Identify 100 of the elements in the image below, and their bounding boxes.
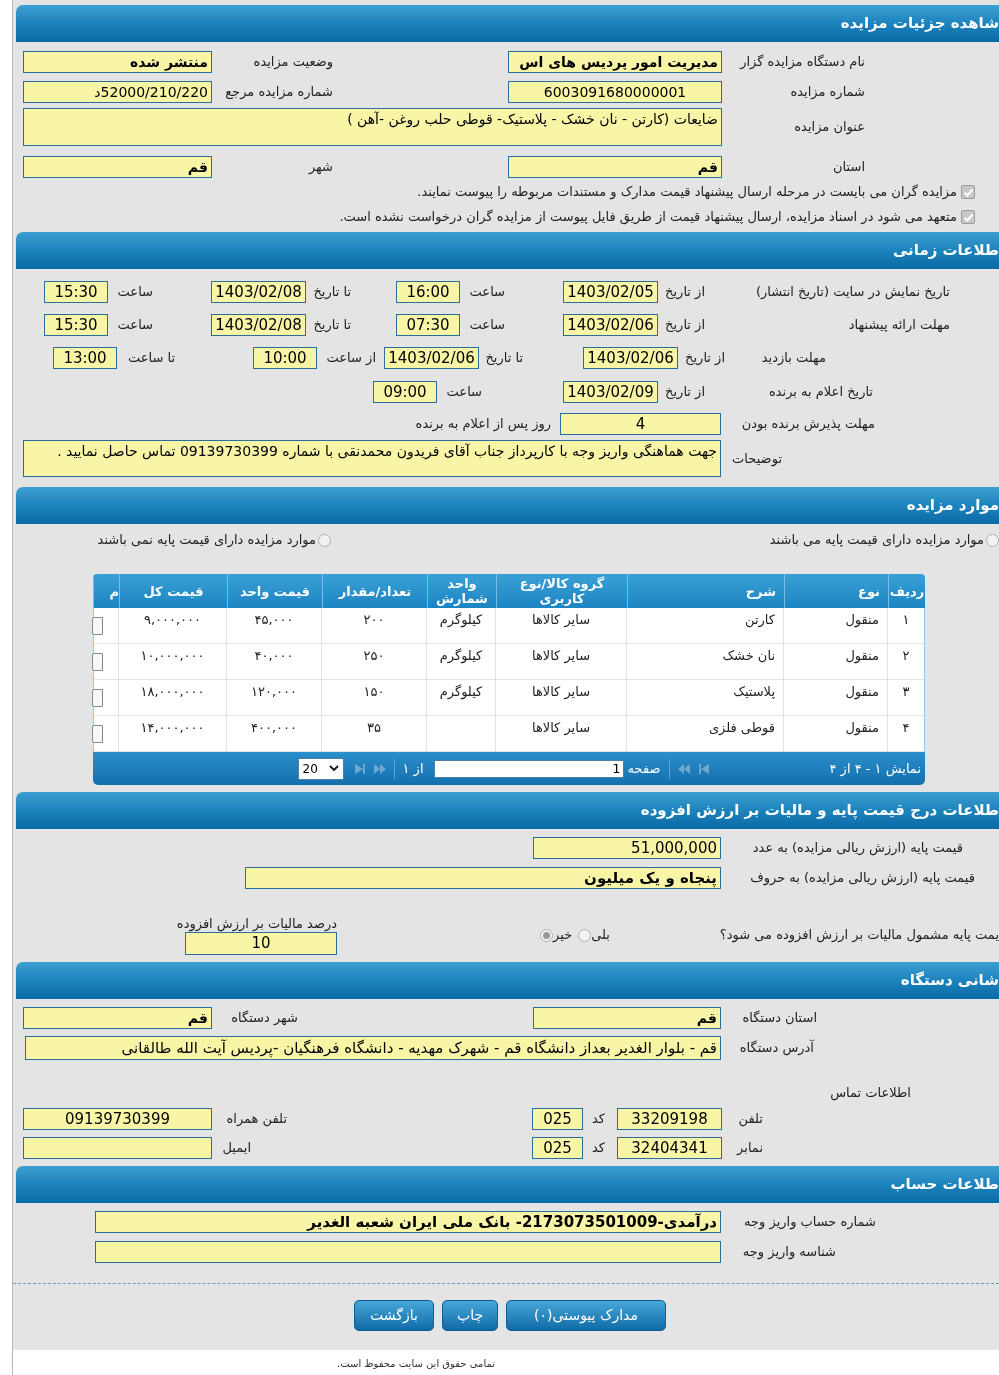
- action-button[interactable]: بازگشت: [354, 1300, 434, 1331]
- input-field[interactable]: 1403/02/09: [563, 381, 658, 403]
- input-field[interactable]: 6003091680000001: [508, 81, 722, 103]
- field-label: ساعت: [445, 383, 483, 402]
- field-label: شناسه واریز وجه: [741, 1243, 836, 1262]
- input-field[interactable]: منتشر شده: [23, 51, 212, 73]
- next-page-icon[interactable]: [677, 763, 690, 774]
- input-field[interactable]: جهت هماهنگی واریز وجه با کارپرداز جناب آقای فریدون محمدنقی با شماره 09139730399 تماس حاصل نمایید .: [23, 440, 721, 477]
- table-cell: ۲: [887, 644, 924, 680]
- footer-text: تمامی حقوق این سایت محفوظ است.: [337, 1357, 495, 1371]
- input-field[interactable]: 025: [532, 1137, 583, 1159]
- input-field[interactable]: 15:30: [44, 281, 108, 303]
- input-field[interactable]: 025: [532, 1108, 583, 1130]
- input-field[interactable]: 1403/02/05: [563, 281, 658, 303]
- input-field[interactable]: 1403/02/06: [563, 314, 658, 336]
- radio-button[interactable]: [540, 928, 554, 942]
- radio-button[interactable]: [578, 928, 592, 942]
- input-field[interactable]: 09139730399: [23, 1108, 212, 1130]
- field-label: وضعیت مزایده: [252, 53, 333, 72]
- action-button[interactable]: مدارک پیوستی(۰): [506, 1300, 666, 1331]
- input-field[interactable]: 32404341: [617, 1137, 722, 1159]
- field-label: از تاریخ: [664, 283, 705, 302]
- input-field[interactable]: 10:00: [253, 347, 317, 369]
- radio-button[interactable]: [318, 533, 331, 547]
- input-field[interactable]: قم: [23, 156, 212, 178]
- field-label: تا تاریخ: [312, 283, 352, 302]
- table-cell: ۴۵,۰۰۰: [226, 608, 321, 644]
- input-field[interactable]: درآمدی-2173073501009- بانک ملی ایران شعبه الغدیر: [95, 1211, 721, 1233]
- input-field[interactable]: 4: [560, 413, 721, 435]
- input-field[interactable]: 15:30: [44, 314, 108, 336]
- input-field[interactable]: قم: [508, 156, 722, 178]
- section-header: طلاعات درج قیمت پایه و مالیات بر ارزش افزوده: [16, 792, 999, 829]
- table-cell: سایر کالاها: [495, 680, 626, 716]
- input-field[interactable]: 1403/02/08: [211, 281, 306, 303]
- field-label: استان: [832, 158, 865, 177]
- row-action-button[interactable]: [92, 653, 103, 671]
- input-field[interactable]: 10: [185, 931, 337, 955]
- field-label: ساعت: [468, 283, 506, 302]
- input-field[interactable]: [95, 1241, 721, 1263]
- input-field[interactable]: 1403/02/06: [384, 347, 479, 369]
- first-page-icon[interactable]: [353, 763, 366, 774]
- row-action-button[interactable]: [92, 725, 103, 743]
- table-cell: کیلوگرم: [426, 644, 495, 680]
- field-label: عنوان مزایده: [793, 118, 865, 137]
- section-label: اطلاعات تماس: [830, 1084, 911, 1103]
- field-label: تاریخ نمایش در سایت (تاریخ انتشار): [754, 283, 950, 302]
- field-label: شماره مزایده: [789, 83, 865, 102]
- section-header: شاهده جزئیات مزایده: [16, 5, 999, 42]
- section-header: شانی دستگاه: [16, 962, 999, 999]
- input-field[interactable]: 16:00: [396, 281, 460, 303]
- table-cell: منقول: [783, 644, 887, 680]
- field-label: مهلت بازدید: [760, 349, 826, 368]
- page-input[interactable]: 1: [433, 759, 624, 778]
- input-field[interactable]: 1403/02/08: [211, 314, 306, 336]
- field-label: موارد مزایده دارای قیمت پایه نمی باشند: [97, 531, 316, 550]
- input-field[interactable]: 33209198: [617, 1108, 722, 1130]
- field-label: تاریخ اعلام به برنده: [767, 383, 873, 402]
- previous-page-icon[interactable]: [373, 763, 386, 774]
- input-field[interactable]: ضایعات (کارتن - نان خشک - پلاستیک- قوطی حلب روغن -آهن ): [23, 108, 722, 146]
- input-field[interactable]: 13:00: [53, 347, 117, 369]
- table-cell: ۱۰,۰۰۰,۰۰۰: [118, 644, 226, 680]
- field-label: قیمت پایه (ارزش ریالی مزایده) به عدد: [751, 839, 963, 858]
- action-button[interactable]: چاپ: [442, 1300, 498, 1331]
- table-cell: ۴۰,۰۰۰: [226, 644, 321, 680]
- input-field[interactable]: قم - بلوار الغدیر بعداز دانشگاه قم - شهرک مهدیه - دانشگاه فرهنگیان -پردیس آیت الله طالقانی: [25, 1036, 721, 1060]
- field-label: شهر: [307, 158, 333, 177]
- input-field[interactable]: 51,000,000: [533, 837, 721, 859]
- input-field[interactable]: قم: [533, 1007, 721, 1029]
- input-field[interactable]: 52000/210/220د: [23, 81, 212, 103]
- page-size-value: 20: [302, 760, 318, 778]
- table-cell: ۲۵۰: [321, 644, 426, 680]
- table-cell: سایر کالاها: [495, 608, 626, 644]
- input-field[interactable]: قم: [23, 1007, 212, 1029]
- field-label: تا تاریخ: [312, 316, 352, 335]
- table-cell: پلاستیک: [626, 680, 783, 716]
- page-size-select[interactable]: 20: [297, 757, 344, 780]
- input-field[interactable]: 09:00: [373, 381, 437, 403]
- field-label: کد: [591, 1139, 606, 1158]
- table-cell: منقول: [783, 680, 887, 716]
- field-label: مهلت پذیرش برنده بودن: [740, 415, 875, 434]
- input-field[interactable]: [23, 1137, 212, 1159]
- field-label: موارد مزایده دارای قیمت پایه می باشند: [769, 531, 984, 550]
- last-page-icon[interactable]: [697, 763, 710, 774]
- page-count: از ۱: [402, 759, 424, 779]
- input-field[interactable]: مدیریت امور پردیس های اس: [508, 51, 722, 73]
- section-header: طلاعات زمانی: [16, 232, 999, 269]
- table-cell: ۲۰۰: [321, 608, 426, 644]
- row-action-button[interactable]: [92, 617, 103, 635]
- field-label: نام دستگاه مزایده گزار: [738, 53, 865, 72]
- input-field[interactable]: 1403/02/06: [583, 347, 678, 369]
- input-field[interactable]: پنجاه و یک میلیون: [245, 867, 721, 889]
- field-label: ساعت: [468, 316, 506, 335]
- table-cell: کارتن: [626, 608, 783, 644]
- section-header: طلاعات حساب: [16, 1166, 999, 1203]
- field-label: نمابر: [735, 1139, 763, 1158]
- row-action-button[interactable]: [92, 689, 103, 707]
- input-field[interactable]: 07:30: [396, 314, 460, 336]
- radio-button[interactable]: [986, 533, 999, 547]
- field-label: مزایده گران می بایست در مرحله ارسال پیشنهاد قیمت مدارک و مستندات مربوطه را پیوست نمایند.: [417, 183, 957, 202]
- table-cell: کیلوگرم: [426, 608, 495, 644]
